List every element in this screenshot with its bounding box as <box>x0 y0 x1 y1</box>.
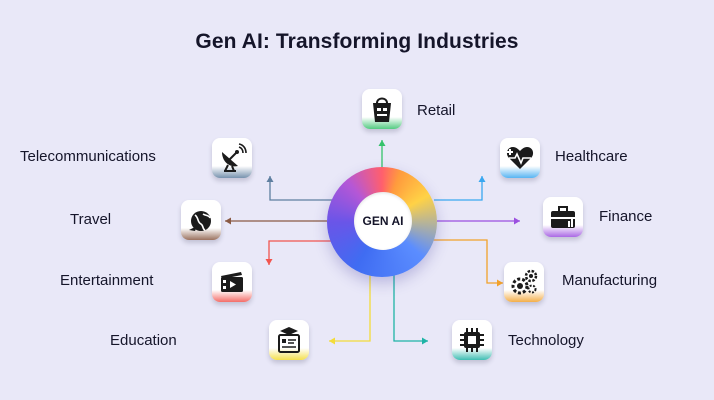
manufacturing-tile <box>504 262 544 302</box>
diagram-canvas: Gen AI: Transforming Industries GEN AI R… <box>0 0 714 400</box>
label-healthcare: Healthcare <box>555 148 628 165</box>
globe-plane-icon <box>189 211 211 231</box>
finance-tile <box>543 197 583 237</box>
microchip-icon <box>460 328 484 352</box>
label-travel: Travel <box>70 211 112 228</box>
arrowhead-manufacturing <box>497 279 503 287</box>
connector-healthcare <box>434 176 483 201</box>
connector-telecommunications <box>269 176 332 201</box>
retail-tile <box>362 89 402 129</box>
label-telecommunications: Telecommunications <box>20 148 156 165</box>
connector-education <box>329 275 371 342</box>
film-clapper-icon <box>221 272 243 292</box>
shopping-bag-icon <box>373 97 391 122</box>
label-retail: Retail <box>417 102 456 119</box>
arrowhead-technology <box>422 337 428 345</box>
label-technology: Technology <box>508 332 584 349</box>
label-finance: Finance <box>599 208 653 225</box>
arrowhead-healthcare <box>478 176 486 182</box>
gears-icon <box>511 269 538 295</box>
heartbeat-icon <box>506 147 534 169</box>
arrowhead-education <box>329 337 335 345</box>
telecommunications-tile <box>212 138 252 178</box>
healthcare-tile <box>500 138 540 178</box>
arrowhead-telecommunications <box>266 176 274 182</box>
arrowhead-entertainment <box>265 259 273 265</box>
connector-technology <box>393 275 428 342</box>
label-entertainment: Entertainment <box>60 272 154 289</box>
travel-tile <box>181 200 221 240</box>
connector-entertainment <box>268 240 334 265</box>
hub-label: GEN AI <box>362 214 404 228</box>
connector-manufacturing <box>432 239 503 284</box>
label-education: Education <box>110 332 177 349</box>
entertainment-tile <box>212 262 252 302</box>
satellite-dish-icon <box>222 143 247 172</box>
arrowhead-travel <box>225 217 231 225</box>
arrowhead-finance <box>514 217 520 225</box>
technology-tile <box>452 320 492 360</box>
briefcase-chart-icon <box>551 206 575 228</box>
arrowhead-retail <box>378 140 386 146</box>
graduation-cap-icon <box>278 327 300 353</box>
label-manufacturing: Manufacturing <box>562 272 658 289</box>
education-tile <box>269 320 309 360</box>
